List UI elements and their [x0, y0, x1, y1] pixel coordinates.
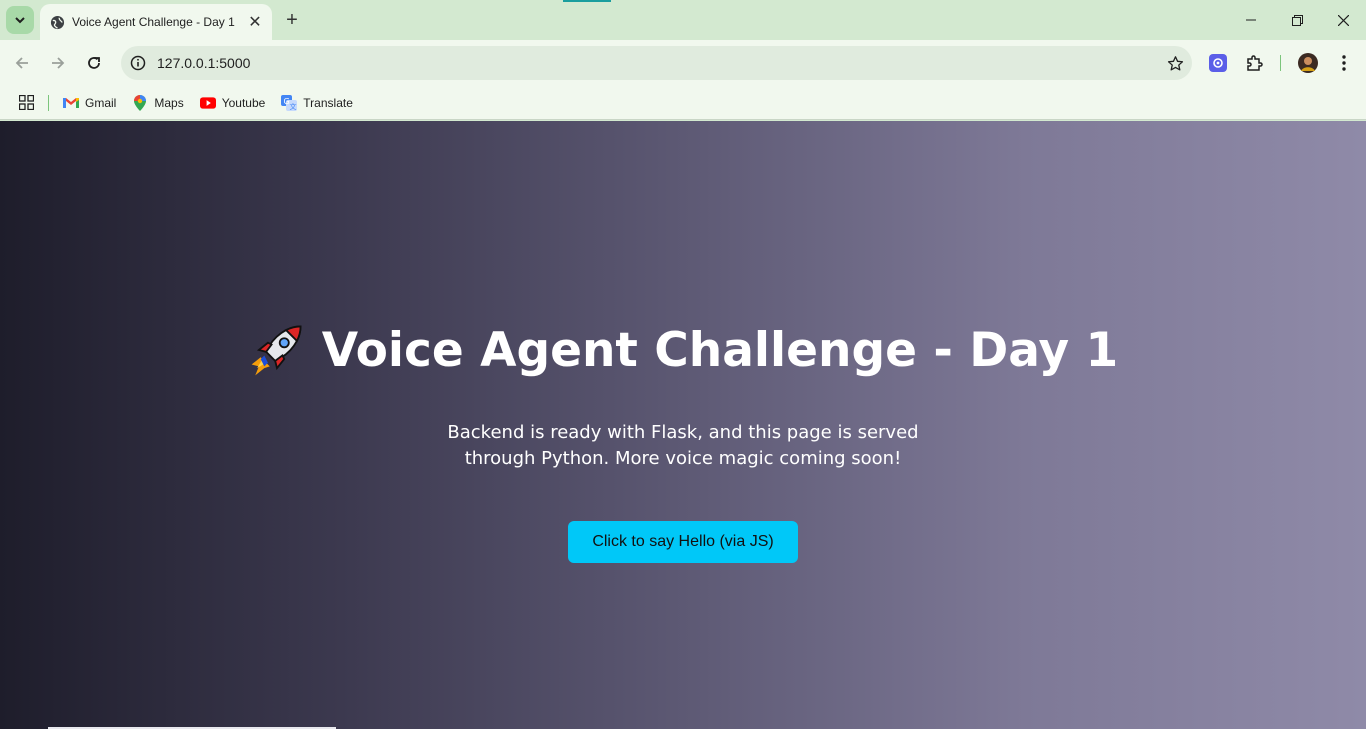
bookmark-label: Gmail	[85, 95, 117, 110]
toolbar-divider	[1280, 55, 1281, 71]
reload-button[interactable]	[80, 49, 108, 77]
bookmark-star-icon[interactable]	[1158, 55, 1192, 72]
maps-icon	[132, 94, 148, 111]
bookmark-youtube[interactable]: Youtube	[194, 89, 272, 117]
restore-icon	[1291, 14, 1303, 26]
bookmarks-bar: Gmail Maps Youtube G文 Translate	[0, 86, 1366, 120]
new-tab-button[interactable]: +	[280, 8, 304, 32]
close-window-button[interactable]	[1320, 0, 1366, 40]
more-menu-icon[interactable]	[1330, 49, 1358, 77]
extension-gear-icon[interactable]	[1204, 49, 1232, 77]
page-heading: Voice Agent Challenge - Day 1	[248, 321, 1118, 379]
bookmark-label: Translate	[303, 95, 353, 110]
bookmark-gmail[interactable]: Gmail	[57, 89, 122, 117]
translate-icon: G文	[281, 94, 298, 111]
tab-search-button[interactable]	[6, 6, 34, 34]
arrow-left-icon	[15, 57, 28, 69]
youtube-icon	[199, 95, 216, 111]
arrow-right-icon	[52, 57, 65, 69]
chevron-down-icon	[15, 17, 25, 24]
bookmark-label: Youtube	[221, 95, 266, 110]
gmail-icon	[63, 95, 79, 111]
close-icon	[1337, 14, 1349, 26]
address-bar[interactable]: 127.0.0.1:5000	[121, 46, 1192, 80]
rocket-icon	[251, 325, 302, 376]
minimize-button[interactable]	[1228, 0, 1274, 40]
site-info-icon[interactable]	[123, 55, 153, 71]
bookmark-label: Maps	[154, 95, 184, 110]
globe-icon	[49, 14, 65, 30]
tab-accent-line	[563, 0, 611, 2]
profile-avatar[interactable]	[1294, 49, 1322, 77]
apps-grid-icon[interactable]	[17, 94, 35, 112]
browser-toolbar: 127.0.0.1:5000	[0, 40, 1366, 86]
tab-title: Voice Agent Challenge - Day 1	[72, 15, 235, 29]
bookmark-translate[interactable]: G文 Translate	[275, 89, 359, 117]
minimize-icon	[1246, 19, 1256, 21]
reload-icon	[88, 57, 100, 69]
page-subtitle: Backend is ready with Flask, and this pa…	[447, 422, 919, 469]
hero-section: Voice Agent Challenge - Day 1	[0, 321, 1366, 384]
restore-button[interactable]	[1274, 0, 1320, 40]
active-tab[interactable]: Voice Agent Challenge - Day 1 ✕	[40, 4, 272, 40]
back-button[interactable]	[8, 49, 36, 77]
page-heading-text: Voice Agent Challenge - Day 1	[321, 322, 1119, 378]
bookmark-maps[interactable]: Maps	[126, 89, 189, 117]
page-viewport: Voice Agent Challenge - Day 1 Backend is…	[0, 121, 1366, 729]
close-tab-icon[interactable]: ✕	[246, 13, 264, 31]
tab-strip: Voice Agent Challenge - Day 1 ✕ +	[0, 0, 1366, 40]
forward-button[interactable]	[44, 49, 72, 77]
extensions-puzzle-icon[interactable]	[1240, 49, 1268, 77]
window-controls	[1228, 0, 1366, 40]
svg-text:文: 文	[290, 102, 297, 111]
bookmarks-divider	[48, 94, 49, 111]
say-hello-button[interactable]: Click to say Hello (via JS)	[568, 521, 798, 563]
url-text[interactable]: 127.0.0.1:5000	[157, 55, 1158, 71]
